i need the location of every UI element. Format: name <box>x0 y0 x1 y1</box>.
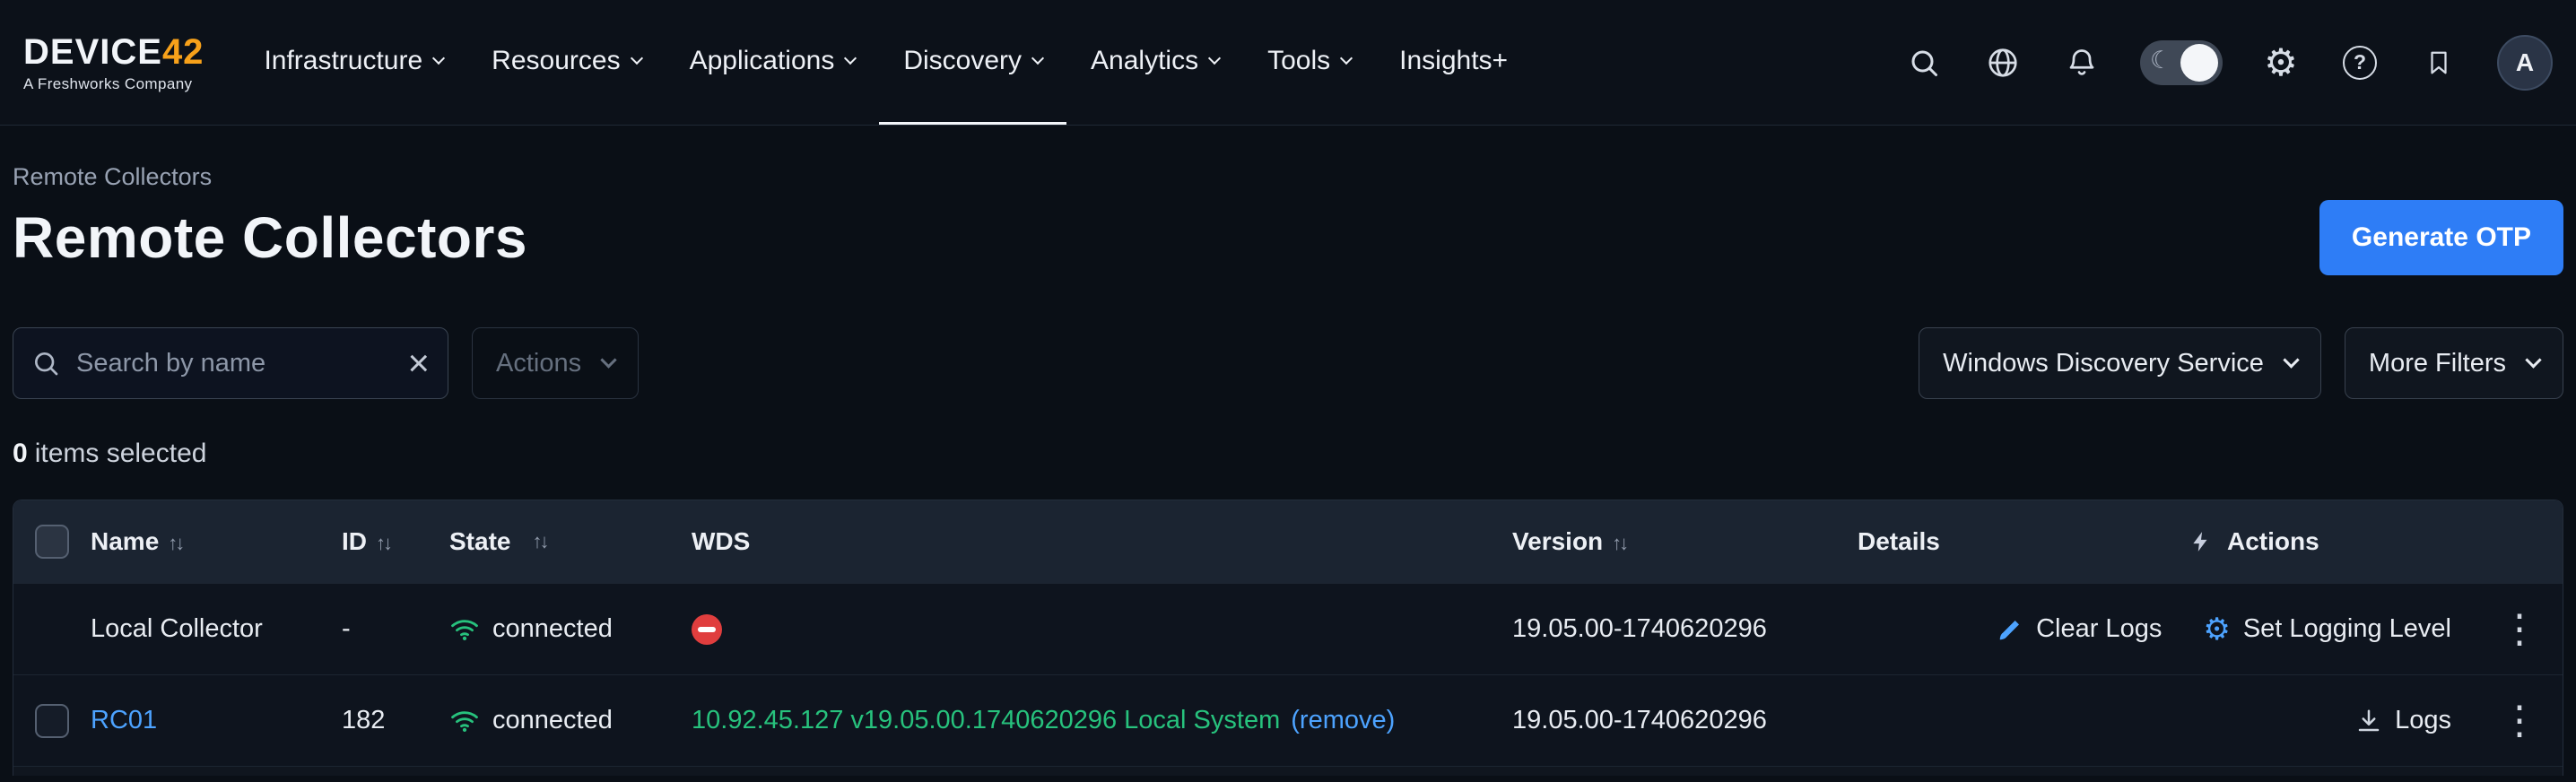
row-checkbox[interactable] <box>35 704 69 738</box>
row-menu-kebab-icon[interactable]: ⋮ <box>2493 701 2546 741</box>
row-actions: Clear Logs ⚙ Set Logging Level ⋮ <box>1858 610 2563 649</box>
chevron-down-icon <box>631 52 643 65</box>
sort-icon[interactable]: ↑↓ <box>1612 532 1626 554</box>
topnav-actions: ☾ ⚙ ? A <box>1903 0 2553 125</box>
sort-icon[interactable]: ↑↓ <box>376 532 390 554</box>
set-logging-level-button[interactable]: ⚙ Set Logging Level <box>2203 614 2451 645</box>
nav-item-discovery[interactable]: Discovery <box>879 0 1066 125</box>
settings-gear-icon[interactable]: ⚙ <box>2260 42 2302 83</box>
toolbar: × Actions Windows Discovery Service More… <box>13 327 2563 399</box>
chevron-down-icon <box>1208 52 1221 65</box>
clear-logs-button[interactable]: Clear Logs <box>1997 614 2162 644</box>
selection-status: 0items selected <box>13 439 2563 469</box>
sort-icon[interactable]: ↑↓ <box>532 530 546 553</box>
nav-item-insights[interactable]: Insights+ <box>1375 0 1532 125</box>
collector-version: 19.05.00-1740620296 <box>1512 706 1858 735</box>
column-header-name[interactable]: Name↑↓ <box>91 527 342 556</box>
row-menu-kebab-icon[interactable]: ⋮ <box>2493 610 2546 649</box>
column-header-id[interactable]: ID↑↓ <box>342 527 449 556</box>
checkbox-cell <box>13 704 91 738</box>
brand-name: DEVICE42 <box>23 34 204 70</box>
select-all-checkbox[interactable] <box>35 525 69 559</box>
bell-icon[interactable] <box>2061 42 2102 83</box>
collector-name: RC01 <box>91 706 342 735</box>
sort-icon[interactable]: ↑↓ <box>168 532 182 554</box>
nav-item-infrastructure[interactable]: Infrastructure <box>239 0 467 125</box>
nav-item-applications[interactable]: Applications <box>666 0 880 125</box>
search-icon <box>31 349 60 378</box>
page-title: Remote Collectors <box>13 204 527 271</box>
wifi-connected-icon <box>449 614 480 645</box>
wds-address: 10.92.45.127 v19.05.00.1740620296 Local … <box>692 706 1280 735</box>
column-header-actions: Actions <box>2189 527 2563 556</box>
help-icon[interactable]: ? <box>2339 42 2380 83</box>
main-nav: Infrastructure Resources Applications Di… <box>239 0 1532 125</box>
nav-item-tools[interactable]: Tools <box>1243 0 1375 125</box>
lightning-bolt-icon <box>2189 530 2213 553</box>
moon-icon: ☾ <box>2150 47 2171 74</box>
chevron-down-icon <box>2283 352 2299 368</box>
actions-dropdown[interactable]: Actions <box>472 327 639 399</box>
table-row-rc01: RC01 182 connected 10.92.45.127 v19.05.0… <box>13 674 2563 766</box>
table-header-row: Name↑↓ ID↑↓ State↑↓ WDS Version↑↓ Detail… <box>13 500 2563 583</box>
collectors-table: Name↑↓ ID↑↓ State↑↓ WDS Version↑↓ Detail… <box>13 500 2563 776</box>
collector-name: Local Collector <box>91 614 342 644</box>
page-content: Remote Collectors Remote Collectors Gene… <box>0 163 2576 776</box>
row-actions: Logs ⋮ <box>1858 701 2563 741</box>
table-row-partial <box>13 766 2563 776</box>
nav-item-resources[interactable]: Resources <box>467 0 665 125</box>
device42-logo[interactable]: DEVICE42 A Freshworks Company <box>23 0 204 125</box>
collector-name-link[interactable]: RC01 <box>91 706 157 734</box>
chevron-down-icon <box>1031 52 1044 65</box>
collector-id: - <box>342 614 449 644</box>
collector-state: connected <box>449 706 692 736</box>
selection-count: 0 <box>13 439 28 468</box>
breadcrumb[interactable]: Remote Collectors <box>13 163 2563 191</box>
brand-subtitle: A Freshworks Company <box>23 76 204 91</box>
column-header-details: Details <box>1858 527 2189 556</box>
chevron-down-icon <box>844 52 857 65</box>
wds-remove-link[interactable]: (remove) <box>1291 706 1395 735</box>
wifi-connected-icon <box>449 706 480 736</box>
search-icon[interactable] <box>1903 42 1945 83</box>
theme-toggle[interactable]: ☾ <box>2140 40 2223 85</box>
bookmark-icon[interactable] <box>2418 42 2459 83</box>
collector-version: 19.05.00-1740620296 <box>1512 614 1858 644</box>
collector-id: 182 <box>342 706 449 735</box>
nav-item-analytics[interactable]: Analytics <box>1066 0 1243 125</box>
chevron-down-icon <box>432 52 445 65</box>
toggle-knob <box>2180 44 2218 82</box>
brand-accent: 42 <box>162 32 205 72</box>
column-header-state[interactable]: State↑↓ <box>449 527 692 556</box>
column-header-wds: WDS <box>692 527 1512 556</box>
wds-cell <box>692 614 1512 645</box>
title-row: Remote Collectors Generate OTP <box>13 200 2563 275</box>
more-filters-dropdown[interactable]: More Filters <box>2345 327 2563 399</box>
user-avatar[interactable]: A <box>2497 35 2553 91</box>
search-box: × <box>13 327 448 399</box>
chevron-down-icon <box>2525 352 2541 368</box>
collector-state: connected <box>449 614 692 645</box>
wds-filter-dropdown[interactable]: Windows Discovery Service <box>1919 327 2321 399</box>
clear-search-icon[interactable]: × <box>407 344 430 382</box>
table-row-local-collector: Local Collector - connected 19.05.00-174… <box>13 583 2563 674</box>
chevron-down-icon <box>1340 52 1353 65</box>
brush-icon <box>1997 616 2023 643</box>
chevron-down-icon <box>600 352 616 368</box>
column-header-version[interactable]: Version↑↓ <box>1512 527 1858 556</box>
top-navigation: DEVICE42 A Freshworks Company Infrastruc… <box>0 0 2576 126</box>
logs-button[interactable]: Logs <box>2355 706 2451 735</box>
download-icon <box>2355 708 2382 734</box>
wds-blocked-icon <box>692 614 722 645</box>
gear-icon: ⚙ <box>2203 614 2230 645</box>
generate-otp-button[interactable]: Generate OTP <box>2319 200 2563 275</box>
globe-icon[interactable] <box>1982 42 2023 83</box>
wds-cell: 10.92.45.127 v19.05.00.1740620296 Local … <box>692 706 1512 735</box>
search-input[interactable] <box>74 348 393 379</box>
